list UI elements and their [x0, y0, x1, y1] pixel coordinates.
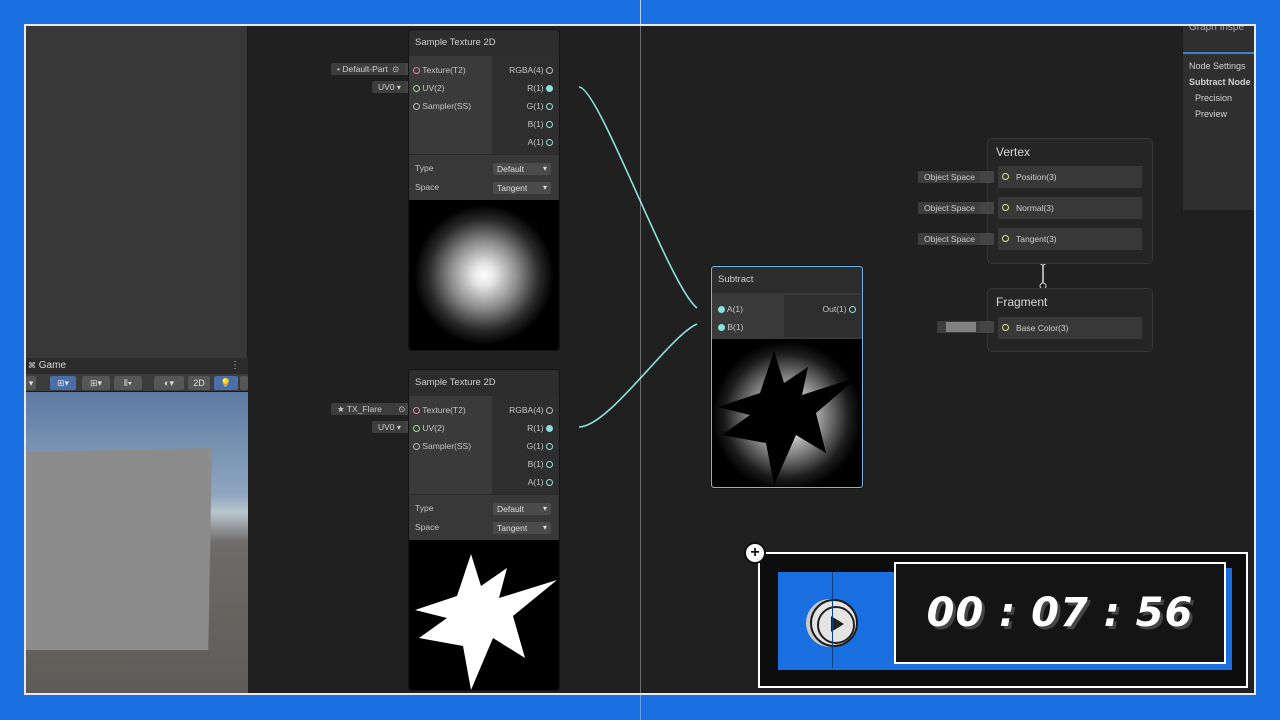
lighting-toggle-icon[interactable]: 💡	[214, 376, 238, 390]
input-port-sampler[interactable]: Sampler(SS)	[413, 440, 471, 452]
gamepad-icon: ⌘	[28, 361, 36, 370]
input-port-uv[interactable]: UV(2)	[413, 422, 445, 434]
fragment-title: Fragment	[996, 295, 1048, 309]
type-label: Type	[415, 503, 434, 513]
game-tab-label: Game	[38, 360, 67, 371]
output-port-g[interactable]: G(1)	[527, 100, 553, 112]
space-dropdown[interactable]: Tangent	[493, 522, 551, 534]
scene-panel	[26, 26, 248, 358]
input-port-texture[interactable]: Texture(T2)	[413, 404, 466, 416]
node-properties: Type Default Space Tangent	[409, 494, 559, 540]
sample-texture-node-top[interactable]: Sample Texture 2D Texture(T2) UV(2) Samp…	[409, 30, 559, 350]
vertex-block[interactable]: Vertex Position(3) Normal(3) Tangent(3)	[987, 138, 1153, 264]
flare-star-preview	[409, 540, 559, 690]
wire-r-to-a	[578, 86, 698, 309]
uv-channel-label: UV0	[378, 422, 395, 432]
uv-channel-label: UV0	[378, 82, 395, 92]
type-dropdown[interactable]: Default	[493, 503, 551, 515]
output-port-out[interactable]: Out(1)	[823, 303, 856, 315]
center-guide	[640, 0, 641, 720]
space-label: Space	[415, 182, 440, 192]
chevron-down-icon: ▾	[396, 83, 401, 92]
scene-cube	[26, 448, 212, 650]
game-tab[interactable]: ⌘ Game ⋮	[26, 358, 248, 374]
fragment-base-color-slot[interactable]: Base Color(3)	[998, 317, 1142, 339]
vertex-tangent-slot[interactable]: Tangent(3)	[998, 228, 1142, 250]
node-settings-tab[interactable]: Node Settings	[1183, 58, 1254, 74]
input-port-uv[interactable]: UV(2)	[413, 82, 445, 94]
sample-texture-node-bottom[interactable]: Sample Texture 2D Texture(T2) UV(2) Samp…	[409, 370, 559, 690]
add-icon[interactable]: +	[744, 542, 766, 564]
input-port-sampler[interactable]: Sampler(SS)	[413, 100, 471, 112]
node-title: Sample Texture 2D	[409, 30, 559, 56]
texture-asset-icon: •	[337, 64, 340, 74]
texture-asset-icon: ★	[337, 404, 345, 414]
toolbar-dropdown-button[interactable]: ▾	[26, 376, 36, 390]
space-label: Space	[415, 522, 440, 532]
mode-2d-button[interactable]: 2D	[188, 376, 210, 390]
gizmo-toggle-button[interactable]: ⊞▾	[82, 376, 110, 390]
type-label: Type	[415, 163, 434, 173]
toolbar-overflow-button[interactable]	[240, 376, 248, 390]
graph-inspector-tab[interactable]: Graph Inspe	[1183, 26, 1254, 54]
object-picker-icon[interactable]: ⊙	[392, 64, 399, 74]
node-title: Sample Texture 2D	[409, 370, 559, 396]
tangent-space-field[interactable]: Object Space	[918, 233, 994, 245]
wire-r-to-b	[578, 323, 698, 428]
input-port-texture[interactable]: Texture(T2)	[413, 64, 466, 76]
output-port-a[interactable]: A(1)	[528, 136, 553, 148]
output-port-b[interactable]: B(1)	[528, 458, 553, 470]
base-color-field[interactable]	[937, 321, 994, 333]
output-port-g[interactable]: G(1)	[527, 440, 553, 452]
timer-display: 00 : 07 : 56	[894, 562, 1226, 664]
subtract-node[interactable]: Subtract A(1) B(1) Out(1)	[711, 266, 863, 488]
timer-time: 00 : 07 : 56	[926, 590, 1194, 636]
subtract-preview	[712, 339, 862, 487]
inspector-node-name: Subtract Node	[1189, 77, 1251, 87]
play-icon[interactable]	[810, 599, 858, 647]
render-mode-button[interactable]: ⦀▾	[114, 376, 142, 390]
texture-input-field-top[interactable]: • Default-Part ⊙	[331, 63, 419, 75]
subtract-star-shape	[718, 351, 858, 485]
node-preview-top	[409, 200, 559, 350]
timer-divider	[832, 572, 833, 668]
output-port-b[interactable]: B(1)	[528, 118, 553, 130]
texture-input-field-bottom[interactable]: ★ TX_Flare ⊙	[331, 403, 419, 415]
output-port-a[interactable]: A(1)	[528, 476, 553, 488]
output-port-rgba[interactable]: RGBA(4)	[509, 404, 553, 416]
precision-label: Precision	[1195, 93, 1233, 103]
input-port-b[interactable]: B(1)	[718, 321, 743, 333]
normal-space-field[interactable]: Object Space	[918, 202, 994, 214]
node-preview-bottom	[409, 540, 559, 690]
fragment-block[interactable]: Fragment Base Color(3)	[987, 288, 1153, 352]
node-properties: Type Default Space Tangent	[409, 154, 559, 200]
preview-label: Preview	[1195, 109, 1228, 119]
output-port-rgba[interactable]: RGBA(4)	[509, 64, 553, 76]
game-toolbar: ▾ ⊞▾ ⊞▾ ⦀▾ ◐▾ 2D 💡	[26, 374, 248, 392]
color-swatch[interactable]	[946, 322, 976, 332]
space-dropdown[interactable]: Tangent	[493, 182, 551, 194]
vertex-position-slot[interactable]: Position(3)	[998, 166, 1142, 188]
texture-asset-name: Default-Part	[342, 64, 388, 74]
output-port-r[interactable]: R(1)	[527, 422, 553, 434]
node-title: Subtract	[712, 267, 862, 293]
output-port-r[interactable]: R(1)	[527, 82, 553, 94]
vertex-title: Vertex	[996, 145, 1031, 159]
vertex-normal-slot[interactable]: Normal(3)	[998, 197, 1142, 219]
kebab-menu-icon[interactable]: ⋮	[230, 358, 240, 374]
grid-toggle-button[interactable]: ⊞▾	[50, 376, 76, 390]
shading-mode-button[interactable]: ◐▾	[154, 376, 184, 390]
chevron-down-icon: ▾	[396, 423, 401, 432]
input-port-a[interactable]: A(1)	[718, 303, 743, 315]
position-space-field[interactable]: Object Space	[918, 171, 994, 183]
texture-asset-name: TX_Flare	[346, 404, 382, 414]
graph-inspector: Graph Inspe Node Settings Subtract Node …	[1182, 26, 1254, 210]
type-dropdown[interactable]: Default	[493, 163, 551, 175]
